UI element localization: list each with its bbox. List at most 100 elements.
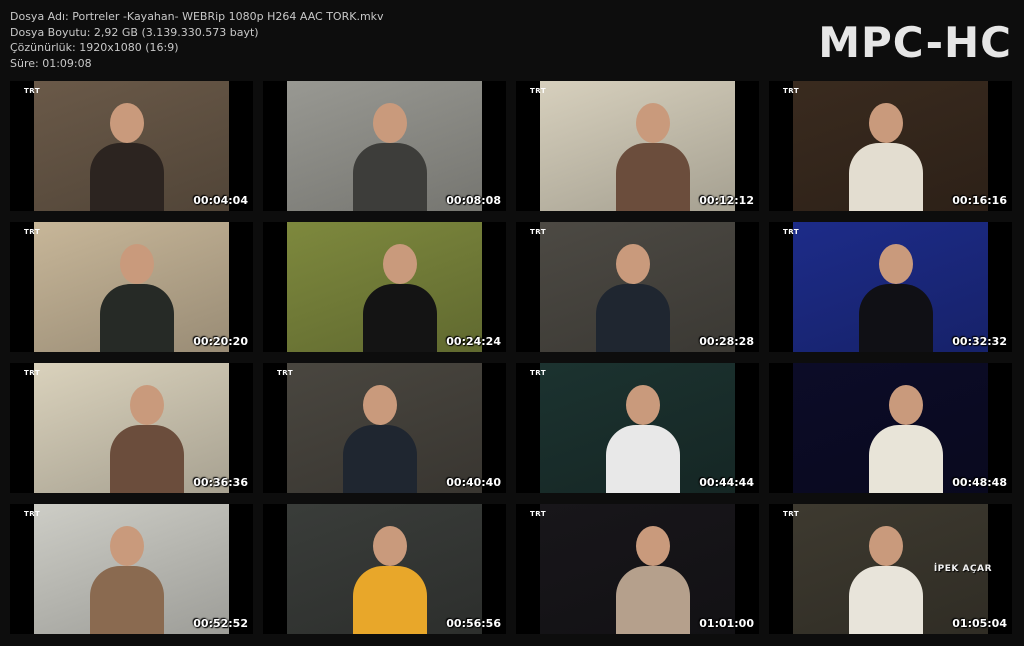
figure-head	[626, 385, 660, 425]
timestamp-label: 00:48:48	[952, 476, 1007, 489]
timestamp-label: 00:08:08	[446, 194, 501, 207]
video-thumbnail: 00:08:08	[263, 81, 506, 211]
channel-logo: TRT	[24, 369, 41, 377]
video-thumbnail: TRT 01:01:00	[516, 504, 759, 634]
figure-head	[120, 244, 154, 284]
video-thumbnail: TRT 00:40:40	[263, 363, 506, 493]
pillarbox-right	[988, 363, 1012, 493]
figure-body	[363, 284, 437, 352]
figure-head	[869, 526, 903, 566]
channel-logo: TRT	[24, 510, 41, 518]
pillarbox-right	[482, 222, 506, 352]
pillarbox-right	[229, 504, 253, 634]
figure-head	[616, 244, 650, 284]
video-thumbnail: 00:24:24	[263, 222, 506, 352]
figure-body	[849, 566, 923, 634]
video-thumbnail: 00:56:56	[263, 504, 506, 634]
figure-head	[373, 103, 407, 143]
timestamp-label: 00:12:12	[699, 194, 754, 207]
pillarbox-left	[516, 504, 540, 634]
pillarbox-left	[10, 504, 34, 634]
figure-body	[110, 425, 184, 493]
pillarbox-right	[229, 81, 253, 211]
channel-logo: TRT	[530, 87, 547, 95]
timestamp-label: 00:36:36	[193, 476, 248, 489]
figure-body	[616, 566, 690, 634]
figure-body	[353, 143, 427, 211]
figure-head	[363, 385, 397, 425]
figure-head	[110, 103, 144, 143]
timestamp-label: 00:52:52	[193, 617, 248, 630]
pillarbox-left	[516, 222, 540, 352]
pillarbox-left	[263, 504, 287, 634]
figure-body	[353, 566, 427, 634]
pillarbox-left	[10, 222, 34, 352]
timestamp-label: 01:05:04	[952, 617, 1007, 630]
figure-body	[859, 284, 933, 352]
pillarbox-left	[769, 504, 793, 634]
figure-head	[889, 385, 923, 425]
figure-body	[606, 425, 680, 493]
video-thumbnail: TRT 00:12:12	[516, 81, 759, 211]
timestamp-label: 00:20:20	[193, 335, 248, 348]
pillarbox-right	[482, 363, 506, 493]
video-thumbnail: 00:48:48	[769, 363, 1012, 493]
timestamp-label: 00:24:24	[446, 335, 501, 348]
timestamp-label: 00:44:44	[699, 476, 754, 489]
pillarbox-right	[735, 363, 759, 493]
channel-logo: TRT	[783, 228, 800, 236]
pillarbox-left	[263, 222, 287, 352]
pillarbox-left	[769, 222, 793, 352]
pillarbox-left	[263, 363, 287, 493]
figure-head	[636, 103, 670, 143]
pillarbox-right	[735, 222, 759, 352]
channel-logo: TRT	[530, 369, 547, 377]
timestamp-label: 00:16:16	[952, 194, 1007, 207]
timestamp-label: 00:56:56	[446, 617, 501, 630]
timestamp-label: 00:40:40	[446, 476, 501, 489]
figure-body	[100, 284, 174, 352]
pillarbox-right	[988, 222, 1012, 352]
figure-head	[110, 526, 144, 566]
figure-head	[636, 526, 670, 566]
channel-logo: TRT	[24, 228, 41, 236]
pillarbox-left	[10, 363, 34, 493]
channel-logo: TRT	[277, 369, 294, 377]
timestamp-label: 00:04:04	[193, 194, 248, 207]
video-thumbnail: TRT 00:44:44	[516, 363, 759, 493]
video-thumbnail: TRT 00:20:20	[10, 222, 253, 352]
figure-head	[879, 244, 913, 284]
video-thumbnail: TRT 00:52:52	[10, 504, 253, 634]
timestamp-label: 00:32:32	[952, 335, 1007, 348]
video-thumbnail: TRT 00:04:04	[10, 81, 253, 211]
figure-body	[343, 425, 417, 493]
video-thumbnail: TRT 00:16:16	[769, 81, 1012, 211]
pillarbox-right	[988, 81, 1012, 211]
pillarbox-left	[769, 81, 793, 211]
figure-head	[383, 244, 417, 284]
pillarbox-right	[229, 222, 253, 352]
figure-head	[869, 103, 903, 143]
pillarbox-left	[769, 363, 793, 493]
channel-logo: TRT	[530, 510, 547, 518]
timestamp-label: 00:28:28	[699, 335, 754, 348]
pillarbox-right	[735, 504, 759, 634]
channel-logo: TRT	[783, 87, 800, 95]
channel-logo: TRT	[530, 228, 547, 236]
pillarbox-left	[263, 81, 287, 211]
pillarbox-right	[482, 81, 506, 211]
pillarbox-left	[10, 81, 34, 211]
figure-body	[596, 284, 670, 352]
video-thumbnail: TRT İPEK AÇAR 01:05:04	[769, 504, 1012, 634]
figure-head	[373, 526, 407, 566]
figure-body	[849, 143, 923, 211]
video-thumbnail: TRT 00:36:36	[10, 363, 253, 493]
figure-body	[616, 143, 690, 211]
figure-body	[90, 566, 164, 634]
pillarbox-left	[516, 363, 540, 493]
pillarbox-right	[229, 363, 253, 493]
pillarbox-left	[516, 81, 540, 211]
lower-third-caption: İPEK AÇAR	[933, 564, 992, 574]
pillarbox-right	[735, 81, 759, 211]
channel-logo: TRT	[783, 510, 800, 518]
